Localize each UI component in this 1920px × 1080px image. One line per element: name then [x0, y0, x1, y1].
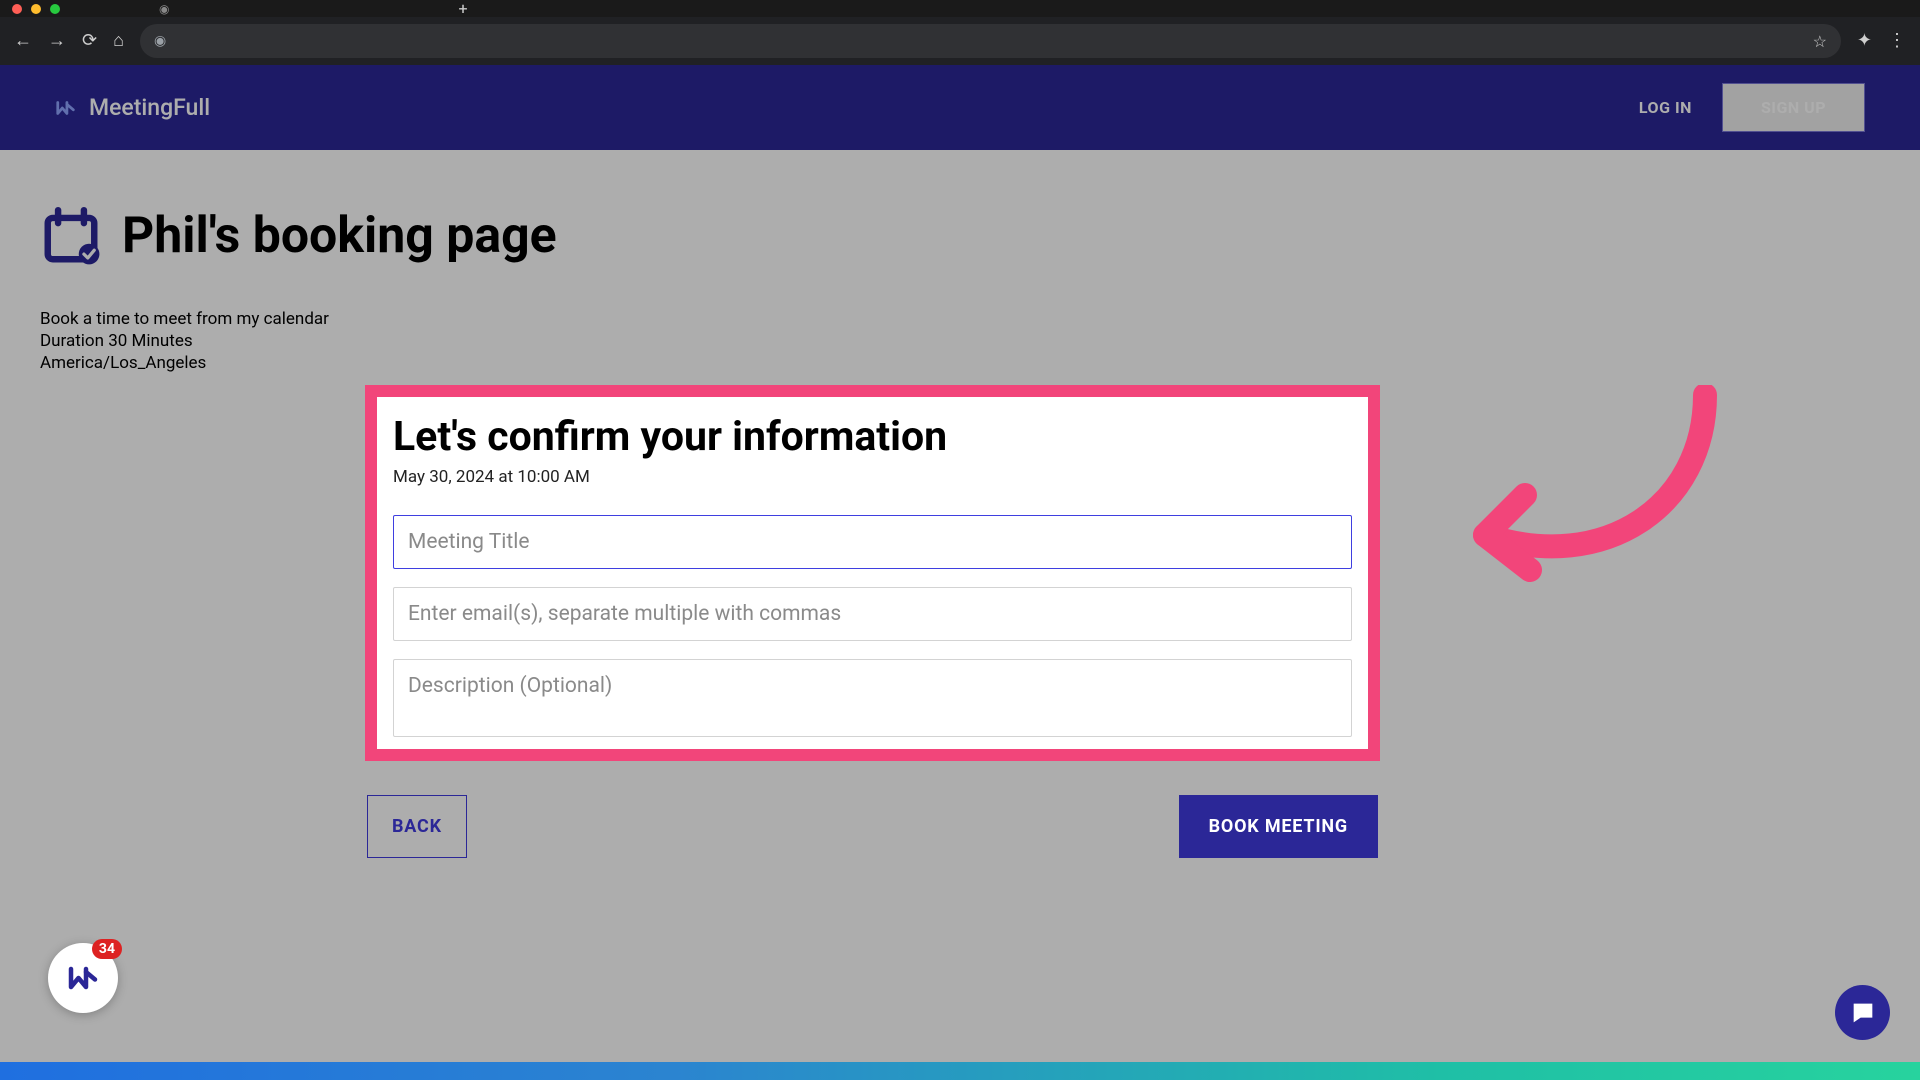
- footer-gradient: [0, 1062, 1920, 1080]
- address-bar[interactable]: ◉ ☆: [140, 24, 1841, 58]
- dialog-datetime: May 30, 2024 at 10:00 AM: [393, 467, 1352, 487]
- page-viewport: MeetingFull LOG IN SIGN UP Phil's bookin…: [0, 65, 1920, 1080]
- window-min-dot[interactable]: [31, 4, 41, 14]
- nav-back-icon[interactable]: ←: [14, 32, 32, 50]
- window-max-dot[interactable]: [50, 4, 60, 14]
- new-tab-button[interactable]: +: [458, 0, 467, 18]
- site-info-globe-icon[interactable]: ◉: [154, 33, 166, 49]
- browser-toolbar: ← → ⟳ ⌂ ◉ ☆ ✦ ⋮: [0, 17, 1920, 65]
- nav-forward-icon[interactable]: →: [48, 32, 66, 50]
- description-textarea[interactable]: [393, 659, 1352, 737]
- dialog-title: Let's confirm your information: [393, 413, 1352, 461]
- nav-reload-icon[interactable]: ⟳: [82, 32, 97, 50]
- chat-fab[interactable]: [1835, 985, 1890, 1040]
- bookmark-star-icon[interactable]: ☆: [1813, 32, 1827, 51]
- meetingfull-mini-logo-icon: [65, 960, 101, 996]
- book-meeting-button[interactable]: BOOK MEETING: [1179, 795, 1378, 858]
- confirm-dialog: Let's confirm your information May 30, 2…: [365, 385, 1380, 858]
- extensions-icon[interactable]: ✦: [1857, 32, 1872, 50]
- back-button[interactable]: BACK: [367, 795, 467, 858]
- notifications-count-badge: 34: [92, 939, 122, 959]
- chat-bubble-icon: [1849, 999, 1877, 1027]
- notifications-fab[interactable]: 34: [48, 943, 118, 1013]
- emails-input[interactable]: [393, 587, 1352, 641]
- tab-favicon-globe-icon: ◉: [159, 2, 169, 16]
- browser-menu-icon[interactable]: ⋮: [1888, 32, 1906, 50]
- macos-titlebar: ◉ +: [0, 0, 1920, 17]
- window-close-dot[interactable]: [12, 4, 22, 14]
- meeting-title-input[interactable]: [393, 515, 1352, 569]
- nav-home-icon[interactable]: ⌂: [113, 32, 124, 50]
- annotation-highlight-frame: Let's confirm your information May 30, 2…: [365, 385, 1380, 761]
